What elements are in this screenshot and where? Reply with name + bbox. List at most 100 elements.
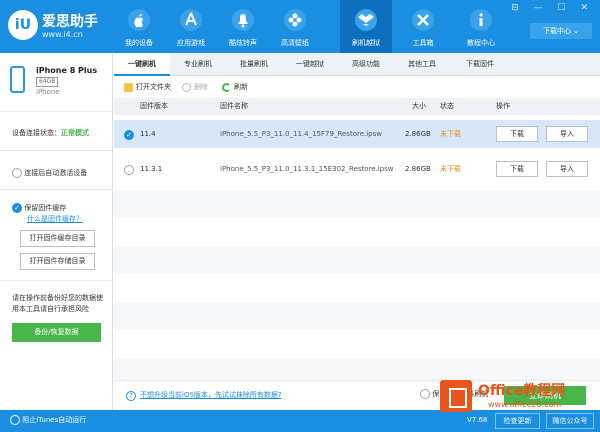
window-controls[interactable]: ⊟ — ☐ ✕ [511, 3, 594, 13]
auto-activate-label: 连接后自动激活设备 [24, 169, 88, 177]
nav-apps[interactable]: 应用游戏 [165, 0, 217, 53]
backup-restore-button[interactable]: 备份/恢复数据 [12, 323, 101, 342]
what-is-cache-link[interactable]: 什么是固件缓存？ [27, 214, 83, 224]
selected-check-icon[interactable]: ✓ [124, 130, 134, 140]
tab-jailbreak[interactable]: 一键越狱 [282, 53, 338, 76]
delete-label: 删除 [194, 83, 208, 91]
delete-button[interactable]: 删除 [182, 82, 208, 92]
backup-hint: 请在操作前备份好您的数据使用本工具请自行承担风险 [12, 294, 103, 313]
tab-download-firmware[interactable]: 下载固件 [450, 53, 510, 76]
watermark-url: www.office26.com [488, 400, 562, 409]
divider [0, 150, 113, 151]
dropbox-icon [355, 9, 377, 31]
keep-cache-option[interactable]: ✓ 保留固件缓存 [12, 203, 66, 213]
col-name: 固件名称 [220, 102, 248, 110]
col-status: 状态 [440, 102, 454, 110]
table-row[interactable]: ✓ 11.4 iPhone_5.5_P3_11.0_11.4_15F79_Res… [114, 120, 600, 148]
check-icon[interactable]: ✓ [12, 203, 22, 213]
refresh-icon [222, 82, 231, 92]
question-icon: ? [126, 391, 136, 401]
open-cache-dir-button[interactable]: 打开固件缓存目录 [20, 230, 95, 247]
radio-icon[interactable] [10, 415, 20, 425]
col-size: 大小 [412, 102, 426, 110]
row-name: iPhone_5.5_P3_11.0_11.3.1_15E302_Restore… [220, 165, 394, 173]
empty-row [114, 246, 600, 274]
connection-status: 设备连接状态：正常模式 [12, 128, 89, 138]
stop-itunes-label: 阻止iTunes自动运行 [22, 416, 87, 424]
tab-pro-flash[interactable]: 专业刷机 [170, 53, 226, 76]
import-button[interactable]: 导入 [546, 161, 588, 177]
download-button[interactable]: 下载 [496, 126, 538, 142]
row-status: 未下载 [440, 130, 461, 138]
app-store-icon [180, 9, 202, 31]
nav-label: 应用游戏 [177, 39, 205, 47]
nav-label: 我的设备 [125, 39, 153, 47]
tab-advanced[interactable]: 高级功能 [338, 53, 394, 76]
app-url: www.i4.cn [42, 30, 83, 39]
divider [0, 280, 113, 281]
open-folder-button[interactable]: 打开文件夹 [124, 82, 171, 92]
import-button[interactable]: 导入 [546, 126, 588, 142]
folder-icon [124, 82, 133, 92]
watermark: Office教程网 www.office26.com [440, 378, 598, 418]
refresh-button[interactable]: 刷新 [222, 82, 248, 92]
row-version: 11.4 [140, 130, 156, 138]
nav-ringtones[interactable]: 酷炫铃声 [217, 0, 269, 53]
toolbar: 打开文件夹 删除 刷新 [114, 76, 600, 98]
nav-my-device[interactable]: 我的设备 [113, 0, 165, 53]
radio-icon[interactable] [12, 168, 22, 178]
divider [0, 189, 113, 190]
nav-tutorials[interactable]: 教程中心 [455, 0, 507, 53]
bell-icon [232, 9, 254, 31]
table-row[interactable]: 11.3.1 iPhone_5.5_P3_11.0_11.3.1_15E302_… [114, 155, 600, 183]
divider [0, 111, 113, 112]
sidebar: iPhone 8 Plus 64GB iPhone 设备连接状态：正常模式 连接… [0, 53, 113, 410]
download-button[interactable]: 下载 [496, 161, 538, 177]
empty-row [114, 358, 600, 380]
app-logo: iU 爱思助手 www.i4.cn [8, 8, 108, 44]
nav-label: 酷炫铃声 [229, 39, 257, 47]
refresh-label: 刷新 [234, 83, 248, 91]
tab-batch-flash[interactable]: 批量刷机 [226, 53, 282, 76]
app-name: 爱思助手 [42, 14, 98, 30]
radio-icon[interactable] [420, 389, 430, 399]
tools-icon [412, 9, 434, 31]
row-size: 2.86GB [405, 130, 431, 138]
nav-flash-jailbreak[interactable]: 刷机越狱 [340, 0, 392, 53]
apple-icon [128, 9, 150, 31]
iphone-icon [10, 66, 25, 93]
auto-activate-option[interactable]: 连接后自动激活设备 [12, 168, 87, 178]
device-name: iPhone 8 Plus [36, 66, 98, 75]
stop-itunes-option[interactable]: 阻止iTunes自动运行 [10, 415, 86, 425]
app-header: iU 爱思助手 www.i4.cn 我的设备 应用游戏 酷炫铃声 高清壁纸 刷机… [0, 0, 600, 53]
row-name: iPhone_5.5_P3_11.0_11.4_15F79_Restore.ip… [220, 130, 382, 138]
table-header: 固件版本 固件名称 大小 状态 操作 [114, 98, 600, 115]
info-icon [470, 9, 492, 31]
col-action: 操作 [496, 102, 510, 110]
device-capacity: 64GB [36, 77, 59, 87]
connection-label: 设备连接状态： [12, 129, 61, 137]
main-content: 一键刷机 专业刷机 批量刷机 一键越狱 高级功能 其他工具 下载固件 打开文件夹… [114, 53, 600, 410]
keep-cache-label: 保留固件缓存 [24, 204, 67, 212]
nav-wallpapers[interactable]: 高清壁纸 [269, 0, 321, 53]
row-size: 2.86GB [405, 165, 431, 173]
nav-label: 高清壁纸 [281, 39, 309, 47]
empty-row [114, 190, 600, 218]
nav-toolbox[interactable]: 工具箱 [397, 0, 449, 53]
download-center-button[interactable]: 下载中心 ⌄ [530, 23, 592, 39]
radio-icon[interactable] [124, 165, 134, 175]
open-store-dir-button[interactable]: 打开固件存储目录 [20, 253, 95, 270]
empty-row [114, 302, 600, 330]
delete-icon [182, 82, 191, 92]
row-version: 11.3.1 [140, 165, 163, 173]
i4-logo-icon: iU [8, 10, 38, 40]
office-logo-icon [440, 380, 472, 412]
flower-icon [284, 9, 306, 31]
col-version: 固件版本 [140, 102, 168, 110]
nav-label: 工具箱 [412, 39, 434, 47]
row-status: 未下载 [440, 165, 461, 173]
tab-other-tools[interactable]: 其他工具 [394, 53, 450, 76]
open-folder-label: 打开文件夹 [136, 83, 171, 91]
tab-one-click-flash[interactable]: 一键刷机 [114, 53, 170, 76]
erase-data-link[interactable]: 不想升级当前iOS版本，先试试抹除所有数据? [140, 390, 282, 400]
